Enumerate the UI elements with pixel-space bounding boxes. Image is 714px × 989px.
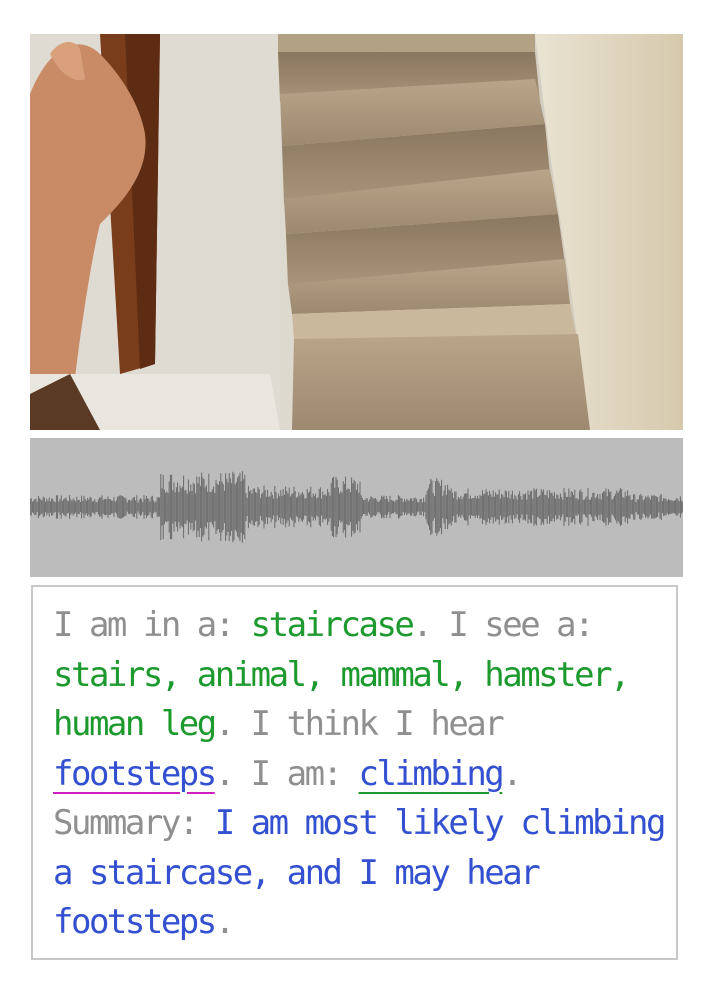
audio-waveform bbox=[30, 438, 683, 577]
hear-prefix: . I think I hear bbox=[214, 704, 505, 744]
caption-end: . bbox=[214, 902, 235, 942]
sound-value: footsteps bbox=[53, 753, 217, 794]
place-prefix: I am in a: bbox=[53, 605, 251, 645]
action-prefix: . I am: bbox=[214, 753, 359, 794]
caption-text: I am in a: staircase. I see a: stairs, a… bbox=[53, 601, 673, 948]
caption-panel: I am in a: staircase. I see a: stairs, a… bbox=[31, 585, 678, 960]
staircase-video-frame bbox=[30, 34, 683, 430]
action-value: climbing bbox=[358, 753, 505, 794]
waveform-graphic bbox=[30, 471, 683, 543]
place-value: staircase bbox=[250, 605, 415, 645]
staircase-illustration bbox=[30, 34, 683, 430]
see-prefix: . I see a: bbox=[412, 605, 594, 645]
